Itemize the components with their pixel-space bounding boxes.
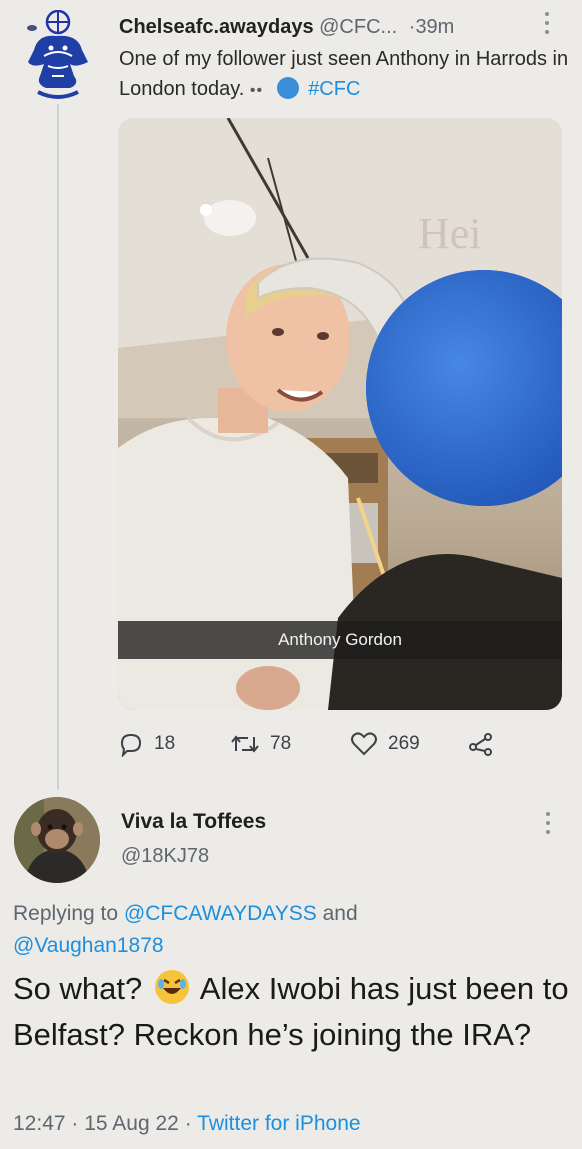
meta-separator-1: · bbox=[71, 1112, 79, 1135]
reply-body: So what? Alex Iwobi has just been to Bel… bbox=[13, 966, 573, 1058]
thread-connector-line bbox=[57, 104, 59, 790]
blue-circle-emoji-icon bbox=[276, 77, 299, 99]
more-vertical-icon[interactable] bbox=[544, 12, 550, 34]
meta-separator-2: · bbox=[184, 1112, 192, 1135]
rolling-laughing-emoji-icon bbox=[154, 970, 189, 1004]
author-handle[interactable]: @CFC... bbox=[319, 16, 397, 38]
retweet-icon bbox=[231, 735, 259, 753]
reply-time: 12:47 bbox=[13, 1112, 66, 1135]
trailing-dots: •• bbox=[249, 82, 264, 99]
tweet-text: One of my follower just seen Anthony in … bbox=[119, 44, 569, 106]
tweet-photo[interactable]: Hei Anthony Gordon bbox=[118, 118, 562, 710]
chelsea-crest-avatar[interactable] bbox=[18, 9, 96, 100]
reply-bubble-icon bbox=[120, 733, 142, 757]
hashtag-link[interactable]: #CFC bbox=[308, 78, 360, 100]
like-count: 269 bbox=[388, 733, 420, 754]
mention-link-2[interactable]: @Vaughan1878 bbox=[13, 934, 164, 957]
retweet-button[interactable]: 78 bbox=[230, 726, 291, 762]
reply-author-avatar[interactable] bbox=[14, 797, 100, 883]
retweet-count: 78 bbox=[270, 733, 292, 754]
heart-icon bbox=[351, 732, 377, 756]
reply-date: 15 Aug 22 bbox=[84, 1112, 179, 1135]
share-icon bbox=[469, 733, 492, 756]
photo-caption: Anthony Gordon bbox=[118, 621, 562, 659]
lion-crest-icon bbox=[27, 9, 88, 99]
share-button[interactable] bbox=[468, 726, 504, 762]
tweet-header: Chelseafc.awaydays @CFC... ·39m bbox=[119, 12, 569, 42]
replying-to-prefix: Replying to bbox=[13, 902, 119, 925]
reply-button[interactable]: 18 bbox=[118, 726, 175, 762]
replying-and: and bbox=[322, 902, 358, 925]
like-button[interactable]: 269 bbox=[350, 726, 420, 762]
mention-link-1[interactable]: @CFCAWAYDAYSS bbox=[124, 902, 317, 925]
author-display-name[interactable]: Chelseafc.awaydays bbox=[119, 16, 314, 38]
reply-author-name[interactable]: Viva la Toffees bbox=[121, 810, 266, 834]
reply-metadata: 12:47 · 15 Aug 22 · Twitter for iPhone bbox=[13, 1112, 361, 1136]
reply-more-vertical-icon[interactable] bbox=[545, 812, 551, 834]
tweet-action-bar: 18 78 269 bbox=[118, 726, 518, 762]
reply-source-link[interactable]: Twitter for iPhone bbox=[197, 1112, 360, 1135]
replying-to-line: Replying to @CFCAWAYDAYSS and @Vaughan18… bbox=[13, 898, 553, 962]
reply-count: 18 bbox=[154, 733, 176, 754]
chimpanzee-avatar-image bbox=[14, 797, 100, 883]
svg-text:Hei: Hei bbox=[418, 209, 482, 258]
tweet-time[interactable]: 39m bbox=[415, 16, 454, 38]
reply-author-handle[interactable]: @18KJ78 bbox=[121, 845, 209, 868]
reply-text-part1: So what? bbox=[13, 971, 143, 1006]
